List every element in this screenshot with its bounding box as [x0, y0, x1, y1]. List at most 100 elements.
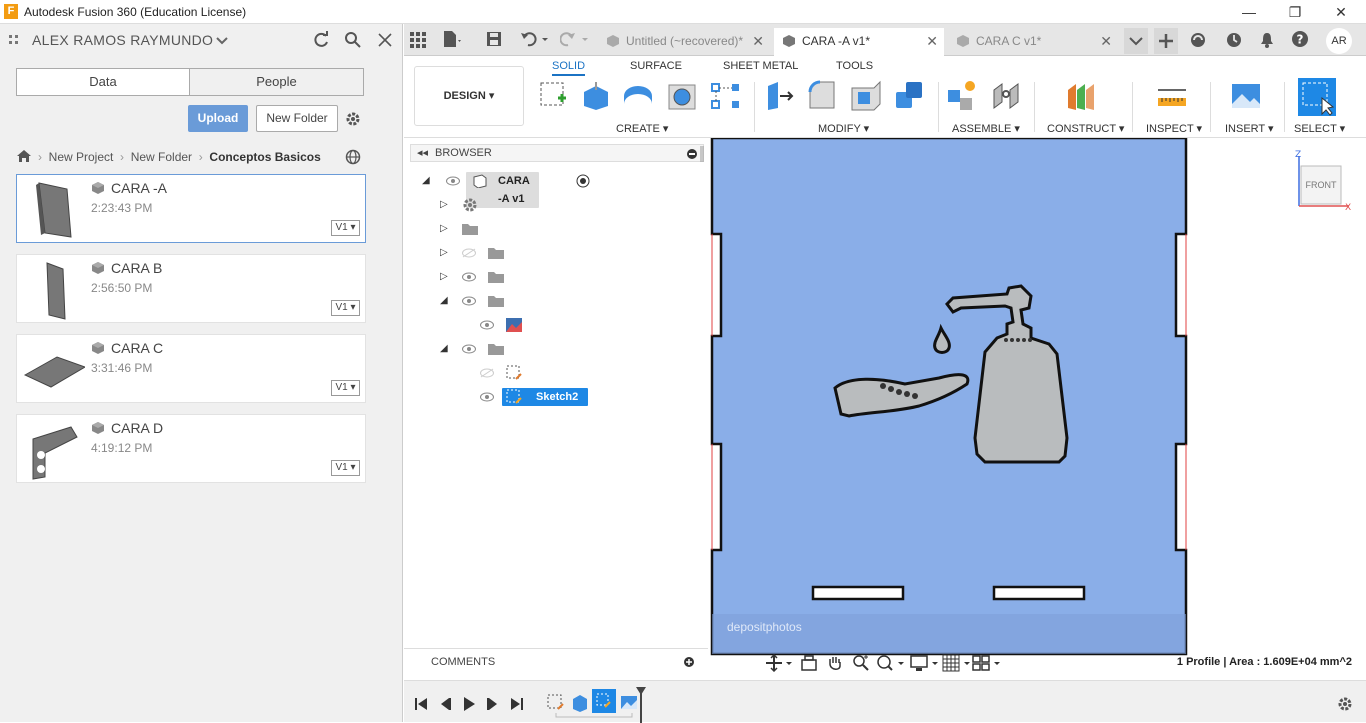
orbit-icon[interactable]: [766, 654, 792, 672]
globe-icon[interactable]: [345, 149, 361, 165]
tab-tools[interactable]: TOOLS: [836, 60, 873, 72]
tab-cara-a[interactable]: CARA -A v1* ✕: [774, 28, 944, 56]
plus-circle-icon[interactable]: [684, 657, 694, 667]
fillet-icon[interactable]: [806, 80, 838, 112]
timeline-settings-gear-icon[interactable]: [1336, 695, 1354, 713]
tab-solid[interactable]: SOLID: [552, 60, 586, 76]
expander-collapsed-icon[interactable]: ▷: [440, 223, 450, 235]
panel-resize-handle-icon[interactable]: [700, 146, 704, 162]
file-card[interactable]: CARA D 4:19:12 PM V1 ▾: [16, 414, 366, 483]
go-to-start-icon[interactable]: [414, 697, 428, 711]
group-modify[interactable]: MODIFY ▾: [818, 122, 869, 135]
search-icon[interactable]: [344, 31, 362, 49]
version-dropdown[interactable]: V1 ▾: [331, 460, 360, 476]
eye-icon[interactable]: [480, 392, 494, 402]
eye-hidden-icon[interactable]: [480, 368, 494, 378]
file-card[interactable]: CARA -A 2:23:43 PM V1 ▾: [16, 174, 366, 243]
joint-icon[interactable]: [990, 80, 1022, 112]
timeline-sketch-selected[interactable]: [592, 689, 616, 713]
eye-icon[interactable]: [480, 320, 494, 330]
group-create[interactable]: CREATE ▾: [616, 122, 668, 135]
shell-icon[interactable]: [850, 80, 882, 112]
chevron-down-icon[interactable]: [216, 36, 228, 46]
close-tab-icon[interactable]: ✕: [1100, 28, 1112, 54]
group-inspect[interactable]: INSPECT ▾: [1146, 122, 1202, 135]
home-icon[interactable]: [16, 149, 32, 163]
undo-icon[interactable]: [520, 31, 550, 47]
tab-cara-c[interactable]: CARA C v1* ✕: [948, 28, 1118, 56]
zoom-window-icon[interactable]: [876, 654, 904, 672]
help-icon[interactable]: ?: [1292, 31, 1308, 47]
revolve-icon[interactable]: [622, 80, 654, 112]
extensions-icon[interactable]: [1190, 32, 1206, 48]
viewports-icon[interactable]: [972, 654, 1000, 672]
tab-surface[interactable]: SURFACE: [630, 60, 682, 72]
pattern-icon[interactable]: [710, 80, 742, 112]
eye-icon[interactable]: [462, 272, 476, 282]
notifications-bell-icon[interactable]: [1260, 32, 1274, 48]
avatar[interactable]: AR: [1326, 28, 1352, 54]
zoom-icon[interactable]: [852, 654, 870, 672]
pan-hand-icon[interactable]: [826, 654, 844, 672]
go-to-end-icon[interactable]: [510, 697, 524, 711]
close-tab-icon[interactable]: ✕: [926, 28, 938, 54]
job-status-icon[interactable]: [1226, 32, 1242, 48]
create-sketch-icon[interactable]: [538, 80, 570, 112]
view-cube[interactable]: Z X FRONT: [1295, 148, 1351, 213]
file-menu-icon[interactable]: [442, 30, 462, 48]
maximize-button[interactable]: ❐: [1272, 0, 1318, 24]
insert-image-icon[interactable]: [1230, 80, 1262, 112]
new-folder-button[interactable]: New Folder: [256, 105, 338, 132]
save-icon[interactable]: [486, 31, 502, 47]
eye-icon[interactable]: [446, 176, 460, 186]
close-panel-icon[interactable]: [377, 32, 393, 48]
eye-icon[interactable]: [462, 296, 476, 306]
3d-viewport[interactable]: depositphotos Z X FRONT: [709, 138, 1366, 656]
play-icon[interactable]: [462, 696, 476, 712]
press-pull-icon[interactable]: [764, 80, 796, 112]
version-dropdown[interactable]: V1 ▾: [331, 300, 360, 316]
view-cube-face-front[interactable]: FRONT: [1301, 180, 1341, 190]
tab-data[interactable]: Data: [16, 68, 190, 96]
tabs-overflow-button[interactable]: [1124, 28, 1148, 54]
collapse-panel-icon[interactable]: ◂◂: [417, 145, 428, 161]
breadcrumb-folder[interactable]: New Folder: [131, 150, 192, 164]
tab-sheet-metal[interactable]: SHEET METAL: [723, 60, 798, 72]
timeline-extrude-icon[interactable]: [570, 693, 590, 713]
expander-collapsed-icon[interactable]: ▷: [440, 271, 450, 283]
extrude-icon[interactable]: [580, 80, 612, 112]
file-card[interactable]: CARA B 2:56:50 PM V1 ▾: [16, 254, 366, 323]
apps-grid-icon[interactable]: [410, 32, 426, 48]
close-tab-icon[interactable]: ✕: [752, 28, 764, 54]
refresh-icon[interactable]: [312, 31, 330, 49]
browser-header[interactable]: ◂◂ BROWSER: [410, 144, 704, 162]
eye-icon[interactable]: [462, 344, 476, 354]
tab-people[interactable]: People: [189, 68, 364, 96]
comments-panel[interactable]: COMMENTS: [404, 648, 708, 674]
select-icon[interactable]: [1298, 78, 1336, 116]
step-forward-icon[interactable]: [486, 697, 500, 711]
group-construct[interactable]: CONSTRUCT ▾: [1047, 122, 1124, 135]
timeline-sketch-icon[interactable]: [546, 693, 566, 713]
activate-radio-icon[interactable]: [576, 174, 590, 188]
tab-untitled[interactable]: Untitled (~recovered)* ✕: [598, 28, 770, 56]
gear-icon[interactable]: [344, 110, 362, 128]
breadcrumb-project[interactable]: New Project: [49, 150, 114, 164]
look-at-icon[interactable]: [800, 654, 818, 672]
step-back-icon[interactable]: [438, 697, 452, 711]
grip-icon[interactable]: [8, 34, 26, 48]
group-assemble[interactable]: ASSEMBLE ▾: [952, 122, 1020, 135]
redo-icon[interactable]: [560, 31, 590, 47]
user-name[interactable]: ALEX RAMOS RAYMUNDO: [32, 32, 213, 48]
measure-icon[interactable]: [1156, 80, 1188, 112]
expander-expanded-icon[interactable]: ◢: [422, 175, 432, 187]
canvas-drawing[interactable]: [709, 138, 1366, 656]
timeline-marker-icon[interactable]: [634, 687, 648, 723]
expander-expanded-icon[interactable]: ◢: [440, 295, 450, 307]
group-insert[interactable]: INSERT ▾: [1225, 122, 1274, 135]
new-tab-button[interactable]: [1154, 28, 1178, 54]
hole-icon[interactable]: [666, 80, 698, 112]
grid-settings-icon[interactable]: [942, 654, 970, 672]
minimize-button[interactable]: —: [1226, 0, 1272, 24]
eye-hidden-icon[interactable]: [462, 248, 476, 258]
